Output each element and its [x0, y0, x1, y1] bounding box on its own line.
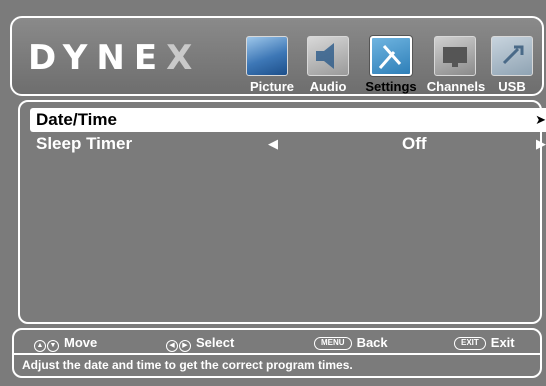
- usb-icon: [491, 36, 533, 76]
- tv-settings-menu: DYNEX Picture Audio Settings Channels US…: [0, 0, 546, 386]
- hint-exit-label: Exit: [490, 335, 515, 350]
- tab-audio-label: Audio: [309, 79, 347, 94]
- tab-channels[interactable]: Channels: [424, 36, 488, 96]
- menu-button-icon: MENU: [314, 336, 352, 350]
- footer-divider: [14, 353, 540, 355]
- help-text: Adjust the date and time to get the corr…: [22, 358, 353, 372]
- sleep-timer-value: Off: [402, 134, 427, 153]
- dynex-logo: DYNEX: [28, 40, 201, 76]
- menu-item-label: Sleep Timer: [36, 134, 133, 153]
- arrow-left-icon[interactable]: ◀: [268, 132, 278, 156]
- logo-x: X: [166, 38, 202, 78]
- hint-back: MENU Back: [314, 334, 388, 352]
- logo-text: DYNE: [28, 38, 167, 78]
- menu-item-sleep-timer[interactable]: Sleep Timer ◀ Off ▶: [30, 132, 546, 156]
- settings-icon: [370, 36, 412, 76]
- arrow-right-icon[interactable]: ▶: [536, 132, 546, 156]
- hint-select-label: Select: [196, 335, 235, 350]
- tab-settings[interactable]: Settings: [354, 36, 428, 96]
- left-right-buttons-icon: ◀ ▶: [166, 334, 191, 352]
- menu-item-date-time[interactable]: Date/Time ➤: [30, 108, 546, 132]
- hint-select: ◀ ▶ Select: [166, 334, 234, 352]
- up-down-buttons-icon: ▲ ▼: [34, 334, 59, 352]
- tab-audio[interactable]: Audio: [302, 36, 354, 96]
- hint-move-label: Move: [64, 335, 98, 350]
- tab-usb[interactable]: USB: [486, 36, 538, 96]
- channels-icon: [434, 36, 476, 76]
- tab-channels-label: Channels: [426, 79, 486, 94]
- hint-back-label: Back: [356, 335, 388, 350]
- tab-picture[interactable]: Picture: [242, 36, 302, 96]
- arrow-right-icon: ➤: [535, 112, 546, 127]
- speaker-glyph: [316, 43, 334, 69]
- header-bar: DYNEX Picture Audio Settings Channels US…: [10, 16, 544, 96]
- key-hints: ▲ ▼ Move ◀ ▶ Select MENU Back EXIT Exit: [14, 334, 540, 352]
- picture-icon: [246, 36, 288, 76]
- exit-button-icon: EXIT: [454, 336, 486, 350]
- tools-glyph: [378, 45, 402, 69]
- menu-panel: Date/Time ➤ Sleep Timer ◀ Off ▶: [18, 100, 546, 324]
- usb-glyph: [502, 45, 524, 65]
- menu-item-label: Date/Time: [36, 110, 117, 129]
- tab-usb-label: USB: [498, 79, 526, 94]
- tv-glyph: [443, 47, 467, 67]
- audio-icon: [307, 36, 349, 76]
- tab-picture-label: Picture: [249, 79, 295, 94]
- hint-exit: EXIT Exit: [454, 334, 515, 352]
- tab-settings-label: Settings: [365, 79, 417, 94]
- footer-help: ▲ ▼ Move ◀ ▶ Select MENU Back EXIT Exit Ad…: [12, 328, 542, 378]
- hint-move: ▲ ▼ Move: [34, 334, 97, 352]
